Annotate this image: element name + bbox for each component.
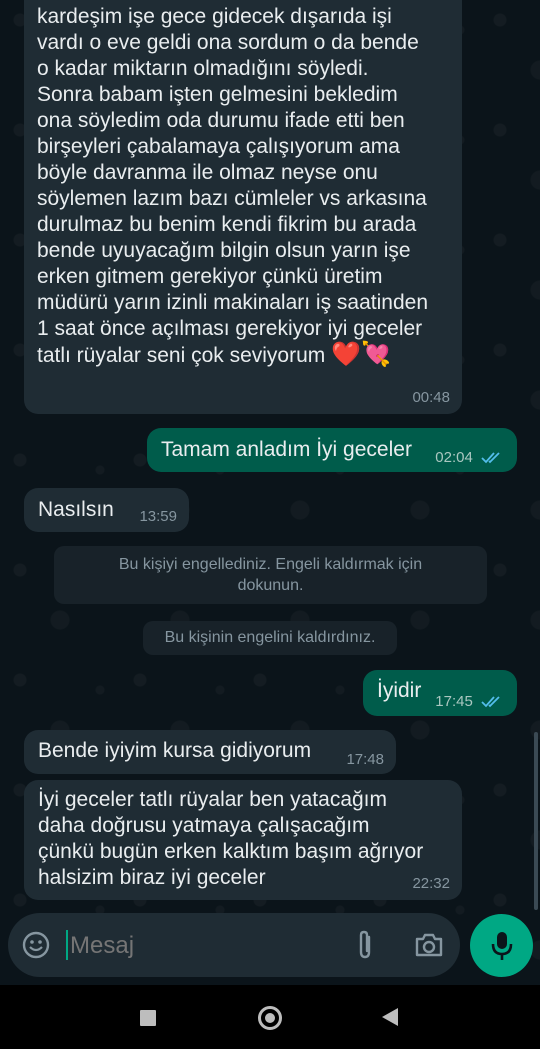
home-icon[interactable] (258, 1006, 282, 1030)
read-ticks-icon (481, 452, 503, 464)
message-text: kardeşim işe gece gidecek dışarıda işi v… (37, 5, 429, 367)
message-time: 13:59 (139, 508, 177, 525)
message-composer (8, 913, 460, 977)
camera-icon[interactable] (414, 932, 444, 958)
system-message-text: Bu kişinin engelini kaldırdınız. (164, 629, 376, 646)
system-message-blocked[interactable]: Bu kişiyi engellediniz. Engeli kaldırmak… (54, 546, 487, 604)
message-time: 22:32 (412, 875, 450, 892)
mic-icon (489, 930, 515, 962)
back-icon[interactable] (381, 1007, 399, 1027)
system-navigation-bar (0, 985, 540, 1049)
system-message-text: Bu kişiyi engellediniz. Engeli kaldırmak… (118, 556, 423, 594)
message-time: 17:48 (346, 751, 384, 768)
message-bubble-outgoing[interactable]: İyidir 17:45 (363, 670, 517, 716)
message-bubble-incoming[interactable]: kardeşim işe gece gidecek dışarıda işi v… (24, 0, 462, 414)
message-text: Bende iyiyim kursa gidiyorum (38, 739, 312, 762)
message-text: İyi geceler tatlı rüyalar ben yatacağım … (38, 788, 424, 889)
message-bubble-incoming[interactable]: Bende iyiyim kursa gidiyorum 17:48 (24, 730, 396, 774)
read-ticks-icon (481, 696, 503, 708)
chat-area[interactable]: kardeşim işe gece gidecek dışarıda işi v… (0, 0, 540, 985)
message-time: 17:45 (435, 693, 473, 710)
scrollbar[interactable] (534, 732, 538, 910)
message-bubble-outgoing[interactable]: Tamam anladım İyi geceler 02:04 (147, 428, 517, 472)
message-input[interactable] (68, 927, 332, 965)
recents-icon[interactable] (140, 1010, 156, 1026)
attach-icon[interactable] (354, 929, 376, 961)
message-bubble-incoming[interactable]: Nasılsın 13:59 (24, 488, 189, 532)
message-bubble-incoming[interactable]: İyi geceler tatlı rüyalar ben yatacağım … (24, 780, 462, 900)
emoji-icon[interactable] (22, 931, 50, 959)
mic-button[interactable] (470, 914, 533, 977)
system-message-unblocked: Bu kişinin engelini kaldırdınız. (143, 621, 397, 655)
message-time: 00:48 (412, 389, 450, 406)
message-time: 02:04 (435, 449, 473, 466)
heart-emoji: ❤️💘 (331, 341, 392, 368)
